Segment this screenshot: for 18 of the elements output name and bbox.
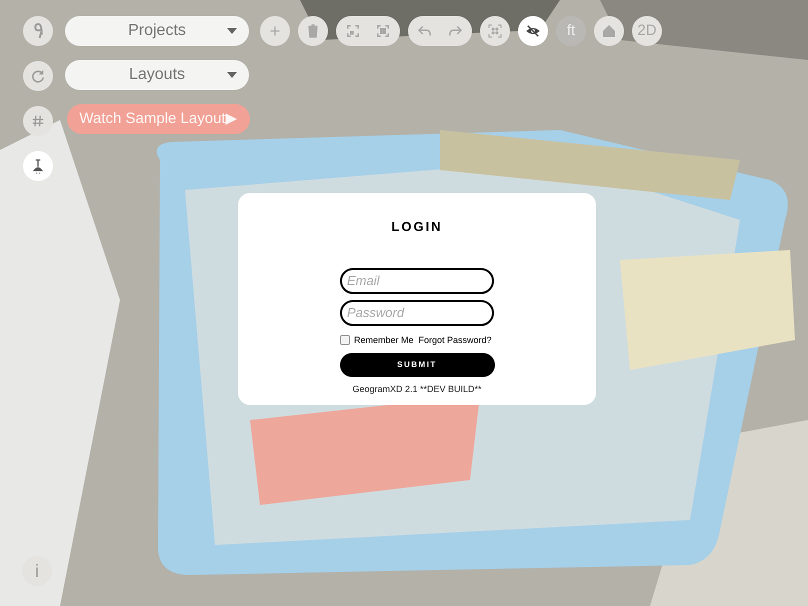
caret-icon	[227, 28, 237, 34]
submit-button[interactable]: SUBMIT	[340, 353, 494, 377]
fit-screen-icon	[344, 22, 362, 40]
refresh-icon	[29, 67, 47, 85]
dropdown[interactable]: Projects	[65, 16, 249, 46]
dropdown[interactable]: Layouts	[65, 60, 249, 90]
forgot-password-link[interactable]: Forgot Password?	[418, 334, 492, 347]
password-field[interactable]: Password	[340, 300, 494, 326]
caret-icon	[227, 72, 237, 78]
focus-icon	[374, 22, 392, 40]
nine-icon	[34, 23, 42, 39]
email-field[interactable]: Email	[340, 268, 494, 294]
remember-checkbox[interactable]	[340, 335, 350, 346]
home-icon	[600, 22, 618, 40]
grid-icon	[486, 22, 504, 40]
version-text: GeogramXD 2.1 **DEV BUILD**	[352, 383, 482, 396]
login-title: LOGIN	[391, 218, 443, 236]
remember-label: Remember Me	[354, 334, 414, 346]
